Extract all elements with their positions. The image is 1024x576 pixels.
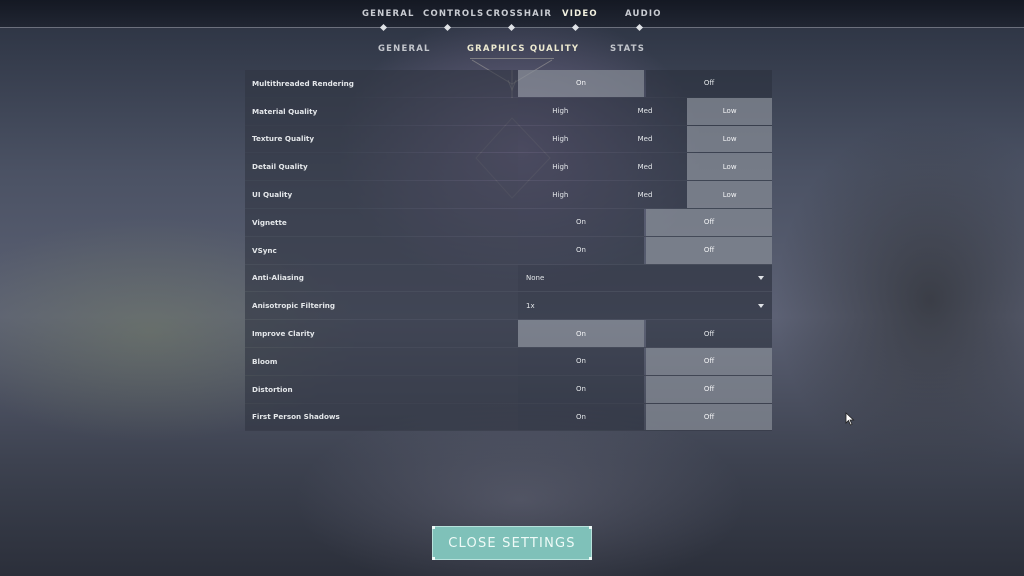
multithreaded-rendering-option-off[interactable]: Off xyxy=(646,70,772,97)
first-person-shadows-option-off[interactable]: Off xyxy=(646,403,772,431)
corner-accent-icon xyxy=(589,526,592,529)
ui-quality-option-med[interactable]: Med xyxy=(602,181,688,208)
vsync-option-off[interactable]: Off xyxy=(646,236,772,264)
first-person-shadows-options: On Off xyxy=(518,403,772,431)
anti-aliasing-dropdown[interactable]: None xyxy=(518,264,772,292)
distortion-options: On Off xyxy=(518,375,772,403)
bloom-option-on[interactable]: On xyxy=(518,347,644,375)
dropdown-value: 1x xyxy=(526,301,535,310)
setting-row-first-person-shadows: First Person Shadows On Off xyxy=(245,403,772,432)
texture-quality-options: High Med Low xyxy=(518,125,773,153)
setting-row-improve-clarity: Improve Clarity On Off xyxy=(245,320,772,348)
subtab-general[interactable]: GENERAL xyxy=(378,44,431,54)
material-quality-option-low[interactable]: Low xyxy=(687,97,773,125)
improve-clarity-options: On Off xyxy=(518,320,772,347)
close-settings-button[interactable]: CLOSE SETTINGS xyxy=(432,526,592,560)
tab-audio[interactable]: AUDIO xyxy=(625,9,662,19)
detail-quality-option-med[interactable]: Med xyxy=(602,153,688,181)
setting-row-bloom: Bloom On Off xyxy=(245,347,772,376)
multithreaded-rendering-option-on[interactable]: On xyxy=(518,70,644,97)
distortion-option-off[interactable]: Off xyxy=(646,375,772,403)
setting-label: Anisotropic Filtering xyxy=(245,292,518,320)
setting-label: Bloom xyxy=(245,347,518,375)
setting-label: Detail Quality xyxy=(245,153,518,181)
vignette-options: On Off xyxy=(518,208,772,236)
subtab-graphics-quality[interactable]: GRAPHICS QUALITY xyxy=(467,44,579,54)
vignette-option-on[interactable]: On xyxy=(518,208,644,236)
ui-quality-option-low[interactable]: Low xyxy=(687,181,773,208)
material-quality-options: High Med Low xyxy=(518,97,773,125)
detail-quality-options: High Med Low xyxy=(518,153,773,181)
bloom-options: On Off xyxy=(518,347,772,375)
chevron-down-icon xyxy=(758,275,764,280)
multithreaded-rendering-options: On Off xyxy=(518,70,772,97)
setting-label: Multithreaded Rendering xyxy=(245,70,518,97)
setting-row-ui-quality: UI Quality High Med Low xyxy=(245,181,773,209)
setting-row-detail-quality: Detail Quality High Med Low xyxy=(245,153,773,182)
setting-row-multithreaded-rendering: Multithreaded Rendering On Off xyxy=(245,70,772,98)
detail-quality-option-high[interactable]: High xyxy=(518,153,603,181)
chevron-down-icon xyxy=(758,303,764,308)
setting-label: UI Quality xyxy=(245,181,518,208)
corner-accent-icon xyxy=(589,557,592,560)
setting-row-vignette: Vignette On Off xyxy=(245,208,772,237)
improve-clarity-option-on[interactable]: On xyxy=(518,320,644,347)
texture-quality-option-high[interactable]: High xyxy=(518,125,603,153)
tab-controls[interactable]: CONTROLS xyxy=(423,9,484,19)
first-person-shadows-option-on[interactable]: On xyxy=(518,403,644,431)
tab-crosshair[interactable]: CROSSHAIR xyxy=(486,9,552,19)
texture-quality-option-low[interactable]: Low xyxy=(687,125,773,153)
setting-row-texture-quality: Texture Quality High Med Low xyxy=(245,125,773,154)
setting-row-vsync: VSync On Off xyxy=(245,236,772,265)
distortion-option-on[interactable]: On xyxy=(518,375,644,403)
setting-label: Anti-Aliasing xyxy=(245,264,518,292)
dropdown-value: None xyxy=(526,273,545,282)
subtab-stats[interactable]: STATS xyxy=(610,44,645,54)
material-quality-option-high[interactable]: High xyxy=(518,97,603,125)
tab-video[interactable]: VIDEO xyxy=(562,9,598,19)
corner-accent-icon xyxy=(432,557,435,560)
setting-label: VSync xyxy=(245,236,518,264)
bloom-option-off[interactable]: Off xyxy=(646,347,772,375)
setting-label: Material Quality xyxy=(245,97,518,125)
setting-row-anti-aliasing: Anti-Aliasing None xyxy=(245,264,772,293)
vignette-option-off[interactable]: Off xyxy=(646,208,772,236)
setting-label: Improve Clarity xyxy=(245,320,518,347)
improve-clarity-option-off[interactable]: Off xyxy=(646,320,772,347)
tab-general[interactable]: GENERAL xyxy=(362,9,415,19)
graphics-settings-list: Multithreaded Rendering On Off Material Qua… xyxy=(245,70,773,432)
setting-label: Vignette xyxy=(245,208,518,236)
vsync-options: On Off xyxy=(518,236,772,264)
setting-label: First Person Shadows xyxy=(245,403,518,431)
setting-row-anisotropic-filtering: Anisotropic Filtering 1x xyxy=(245,292,772,321)
ui-quality-options: High Med Low xyxy=(518,181,773,208)
close-settings-label: CLOSE SETTINGS xyxy=(448,535,576,551)
anisotropic-filtering-dropdown[interactable]: 1x xyxy=(518,292,772,320)
texture-quality-option-med[interactable]: Med xyxy=(602,125,688,153)
setting-label: Texture Quality xyxy=(245,125,518,153)
material-quality-option-med[interactable]: Med xyxy=(602,97,688,125)
setting-row-material-quality: Material Quality High Med Low xyxy=(245,97,773,126)
mouse-cursor-icon xyxy=(845,412,855,426)
ui-quality-option-high[interactable]: High xyxy=(518,181,603,208)
detail-quality-option-low[interactable]: Low xyxy=(687,153,773,181)
vsync-option-on[interactable]: On xyxy=(518,236,644,264)
setting-label: Distortion xyxy=(245,375,518,403)
corner-accent-icon xyxy=(432,526,435,529)
setting-row-distortion: Distortion On Off xyxy=(245,375,772,404)
